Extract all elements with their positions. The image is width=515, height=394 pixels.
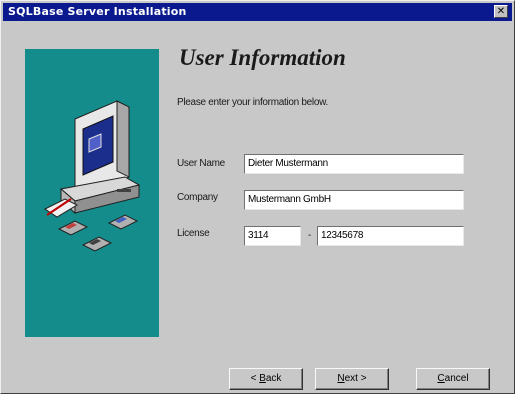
- user-name-field[interactable]: Dieter Mustermann: [244, 154, 464, 174]
- side-panel: [25, 49, 159, 337]
- cancel-button[interactable]: Cancel: [416, 368, 490, 390]
- installer-window: SQLBase Server Installation ✕ User Infor…: [0, 0, 515, 394]
- license-label: License: [177, 228, 210, 239]
- back-button[interactable]: < Back: [229, 368, 303, 390]
- user-name-label: User Name: [177, 158, 225, 169]
- license-separator: -: [308, 230, 312, 241]
- cancel-button-label: ancel: [444, 373, 469, 384]
- license-number-field[interactable]: 12345678: [317, 226, 464, 246]
- cancel-button-mnemonic: C: [437, 373, 445, 384]
- instructions-text: Please enter your information below.: [177, 97, 328, 108]
- next-button-label: ext: [344, 373, 358, 384]
- back-button-label: ack: [265, 373, 282, 384]
- computer-illustration-icon: [44, 100, 141, 252]
- next-button-mnemonic: N: [337, 373, 345, 384]
- company-field[interactable]: Mustermann GmbH: [244, 190, 464, 210]
- license-prefix-field[interactable]: 3114: [244, 226, 301, 246]
- back-button-prefix: <: [250, 373, 260, 384]
- title-bar[interactable]: SQLBase Server Installation ✕: [3, 3, 512, 21]
- next-button[interactable]: Next >: [315, 368, 389, 390]
- next-button-suffix: >: [357, 373, 367, 384]
- back-button-mnemonic: B: [259, 373, 266, 384]
- window-title: SQLBase Server Installation: [8, 5, 187, 18]
- close-button[interactable]: ✕: [494, 5, 508, 18]
- company-label: Company: [177, 192, 218, 203]
- page-title: User Information: [179, 45, 346, 70]
